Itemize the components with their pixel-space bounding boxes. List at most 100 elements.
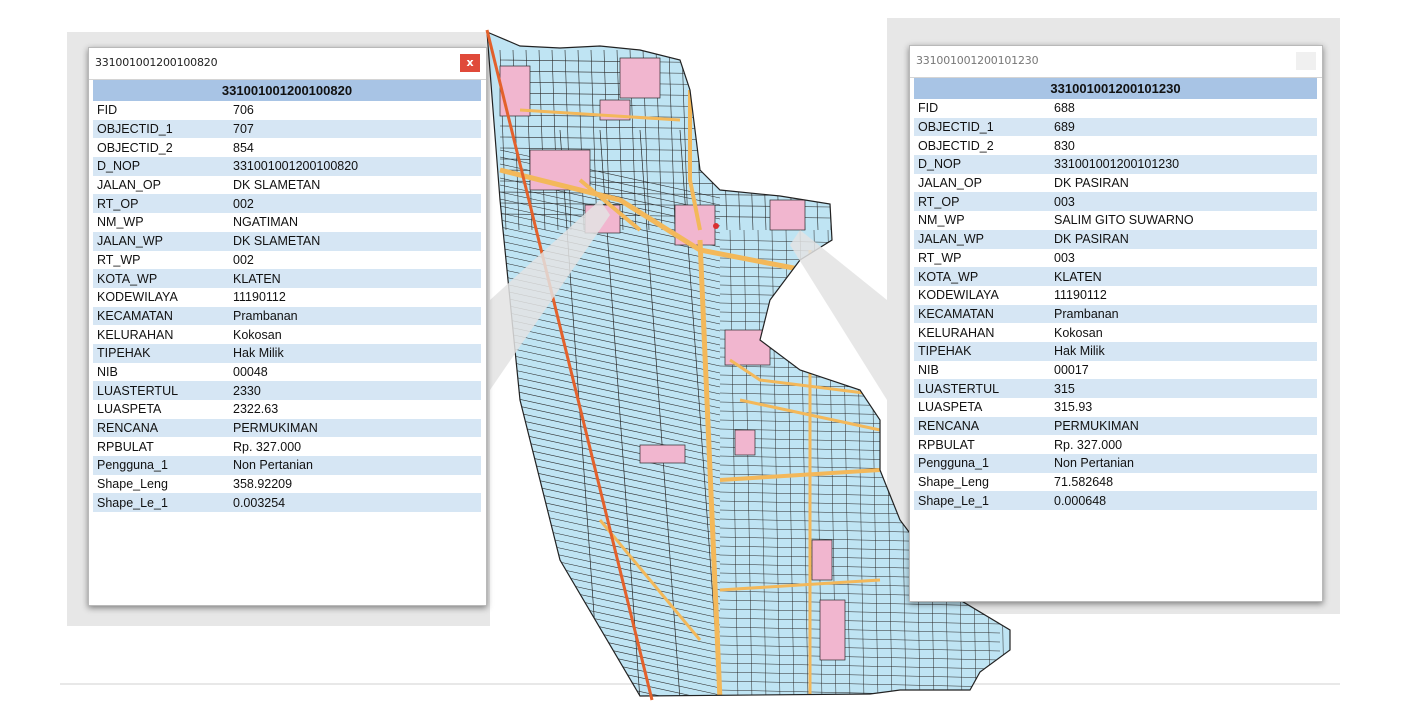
attribute-key: Shape_Le_1	[914, 491, 1050, 511]
attribute-value: 315.93	[1050, 398, 1317, 417]
attribute-key: KOTA_WP	[93, 269, 229, 288]
attribute-key: KELURAHAN	[93, 325, 229, 344]
attribute-key: LUASPETA	[93, 400, 229, 419]
attribute-value: Kokosan	[1050, 323, 1317, 342]
attribute-value: 830	[1050, 136, 1317, 156]
attribute-row: RENCANA PERMUKIMAN	[914, 416, 1317, 436]
attribute-key: RENCANA	[914, 416, 1050, 436]
attribute-key: KELURAHAN	[914, 323, 1050, 342]
attribute-value: DK SLAMETAN	[229, 175, 481, 195]
attribute-row: Shape_Leng 358.92209	[93, 474, 481, 494]
attribute-key: JALAN_OP	[93, 175, 229, 195]
attribute-row: RT_WP 002	[93, 250, 481, 270]
attribute-key: RPBULAT	[93, 437, 229, 457]
attribute-row: JALAN_WP DK SLAMETAN	[93, 231, 481, 251]
attribute-key: FID	[93, 101, 229, 120]
attribute-key: LUASPETA	[914, 398, 1050, 417]
attribute-value: DK PASIRAN	[1050, 173, 1317, 193]
attribute-value: 002	[229, 194, 481, 214]
attribute-row: LUASPETA 2322.63	[93, 400, 481, 419]
attribute-key: RT_WP	[914, 248, 1050, 268]
popup-title: 331001001200100820	[95, 56, 218, 69]
attribute-value: KLATEN	[229, 269, 481, 288]
attribute-row: Shape_Le_1 0.003254	[93, 493, 481, 513]
attribute-row: JALAN_OP DK SLAMETAN	[93, 175, 481, 195]
attribute-key: D_NOP	[914, 155, 1050, 174]
attribute-value: 00017	[1050, 360, 1317, 380]
attribute-table-header: 331001001200100820	[93, 80, 481, 101]
settlement-zone	[811, 539, 833, 581]
attribute-value: 315	[1050, 379, 1317, 398]
attribute-popup-right[interactable]: 331001001200101230 x 331001001200101230 …	[909, 45, 1323, 602]
attribute-value: NGATIMAN	[229, 213, 481, 232]
attribute-value: 11190112	[229, 287, 481, 307]
attribute-value: Kokosan	[229, 325, 481, 344]
attribute-value: DK PASIRAN	[1050, 229, 1317, 249]
attribute-value: Non Pertanian	[1050, 454, 1317, 473]
attribute-row: KELURAHAN Kokosan	[914, 323, 1317, 342]
attribute-row: Pengguna_1 Non Pertanian	[93, 456, 481, 475]
attribute-row: KECAMATAN Prambanan	[914, 304, 1317, 324]
attribute-value: 2330	[229, 381, 481, 400]
attribute-row: NIB 00048	[93, 362, 481, 382]
attribute-key: OBJECTID_1	[914, 117, 1050, 137]
attribute-key: NM_WP	[93, 213, 229, 232]
attribute-row: D_NOP 331001001200101230	[914, 155, 1317, 174]
attribute-table: 331001001200100820 FID 706 OBJECTID_1 707 OB…	[93, 80, 481, 513]
attribute-key: JALAN_WP	[93, 231, 229, 251]
attribute-key: NIB	[914, 360, 1050, 380]
attribute-key: RENCANA	[93, 418, 229, 438]
attribute-value: SALIM GITO SUWARNO	[1050, 211, 1317, 230]
attribute-value: DK SLAMETAN	[229, 231, 481, 251]
close-icon[interactable]: x	[1296, 52, 1316, 70]
attribute-key: TIPEHAK	[914, 341, 1050, 361]
attribute-row: TIPEHAK Hak Milik	[93, 343, 481, 363]
attribute-value: KLATEN	[1050, 267, 1317, 286]
attribute-value: 689	[1050, 117, 1317, 137]
attribute-key: RT_WP	[93, 250, 229, 270]
attribute-key: FID	[914, 99, 1050, 118]
settlement-zone	[619, 57, 661, 99]
attribute-row: RPBULAT Rp. 327.000	[914, 435, 1317, 455]
attribute-key: KECAMATAN	[93, 306, 229, 326]
attribute-key: D_NOP	[93, 157, 229, 176]
attribute-key: Shape_Leng	[93, 474, 229, 494]
attribute-key: JALAN_WP	[914, 229, 1050, 249]
attribute-key: KECAMATAN	[914, 304, 1050, 324]
attribute-row: OBJECTID_2 854	[93, 138, 481, 158]
attribute-key: Pengguna_1	[93, 456, 229, 475]
attribute-key: RT_OP	[93, 194, 229, 214]
attribute-value: 707	[229, 119, 481, 139]
attribute-row: Shape_Leng 71.582648	[914, 472, 1317, 492]
popup-title: 331001001200101230	[916, 54, 1039, 67]
attribute-row: FID 688	[914, 99, 1317, 118]
attribute-row: JALAN_OP DK PASIRAN	[914, 173, 1317, 193]
attribute-row: JALAN_WP DK PASIRAN	[914, 229, 1317, 249]
attribute-row: RENCANA PERMUKIMAN	[93, 418, 481, 438]
attribute-value: 688	[1050, 99, 1317, 118]
attribute-row: LUASPETA 315.93	[914, 398, 1317, 417]
attribute-key: KODEWILAYA	[93, 287, 229, 307]
attribute-value: Rp. 327.000	[229, 437, 481, 457]
attribute-value: Prambanan	[1050, 304, 1317, 324]
attribute-key: OBJECTID_1	[93, 119, 229, 139]
attribute-key: Shape_Le_1	[93, 493, 229, 513]
attribute-row: OBJECTID_2 830	[914, 136, 1317, 156]
popup-titlebar[interactable]: 331001001200100820 x	[89, 48, 486, 80]
popup-titlebar[interactable]: 331001001200101230 x	[910, 46, 1322, 78]
attribute-row: TIPEHAK Hak Milik	[914, 341, 1317, 361]
attribute-value: 854	[229, 138, 481, 158]
settlement-zone	[639, 444, 686, 464]
attribute-value: 331001001200101230	[1050, 155, 1317, 174]
attribute-row: KODEWILAYA 11190112	[914, 285, 1317, 305]
selected-parcel-marker[interactable]	[713, 223, 719, 229]
attribute-key: OBJECTID_2	[914, 136, 1050, 156]
attribute-value: 003	[1050, 248, 1317, 268]
attribute-row: RT_WP 003	[914, 248, 1317, 268]
attribute-value: 358.92209	[229, 474, 481, 494]
close-icon[interactable]: x	[460, 54, 480, 72]
attribute-popup-left[interactable]: 331001001200100820 x 331001001200100820 …	[88, 47, 487, 606]
parcel-strip-line	[499, 695, 721, 696]
attribute-value: PERMUKIMAN	[1050, 416, 1317, 436]
attribute-key: LUASTERTUL	[914, 379, 1050, 398]
